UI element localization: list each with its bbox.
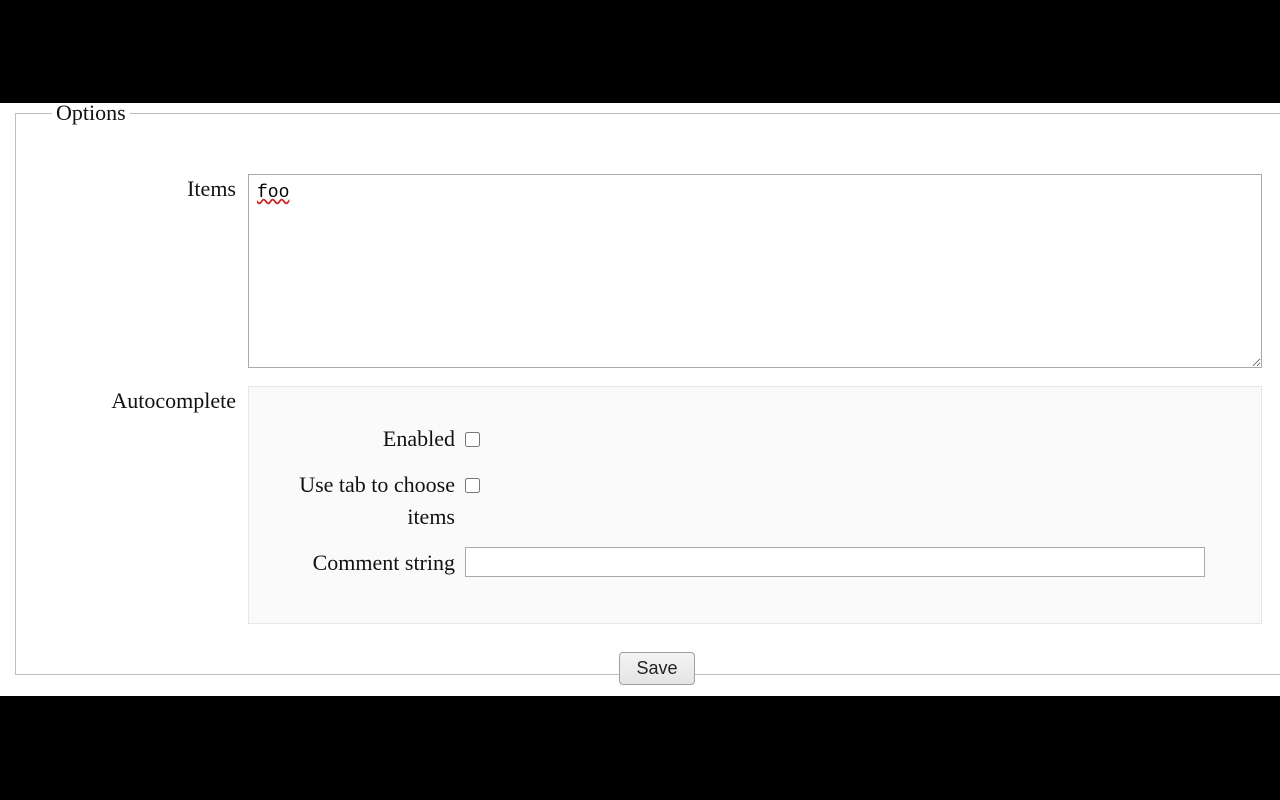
enabled-field [465,423,1221,453]
items-row: Items [52,174,1262,374]
items-label: Items [52,174,248,202]
comment-string-row: Comment string [289,547,1221,579]
enabled-checkbox[interactable] [465,432,480,447]
use-tab-row: Use tab to choose items [289,469,1221,533]
enabled-label: Enabled [289,423,465,455]
use-tab-checkbox[interactable] [465,478,480,493]
items-field [248,174,1262,374]
autocomplete-field: Enabled Use tab to choose items Comment … [248,386,1262,624]
items-textarea[interactable] [248,174,1262,368]
comment-string-input[interactable] [465,547,1205,577]
options-fieldset: Options Items Autocomplete Enabled [15,100,1280,675]
comment-string-label: Comment string [289,547,465,579]
autocomplete-row: Autocomplete Enabled Use tab to choose i… [52,386,1262,624]
autocomplete-label: Autocomplete [52,386,248,414]
options-legend: Options [52,100,130,126]
enabled-row: Enabled [289,423,1221,455]
page: Options Items Autocomplete Enabled [0,103,1280,696]
save-button[interactable]: Save [619,652,694,685]
autocomplete-panel: Enabled Use tab to choose items Comment … [248,386,1262,624]
use-tab-label: Use tab to choose items [289,469,465,533]
comment-string-field [465,547,1221,577]
use-tab-field [465,469,1221,499]
save-row: Save [52,652,1262,685]
